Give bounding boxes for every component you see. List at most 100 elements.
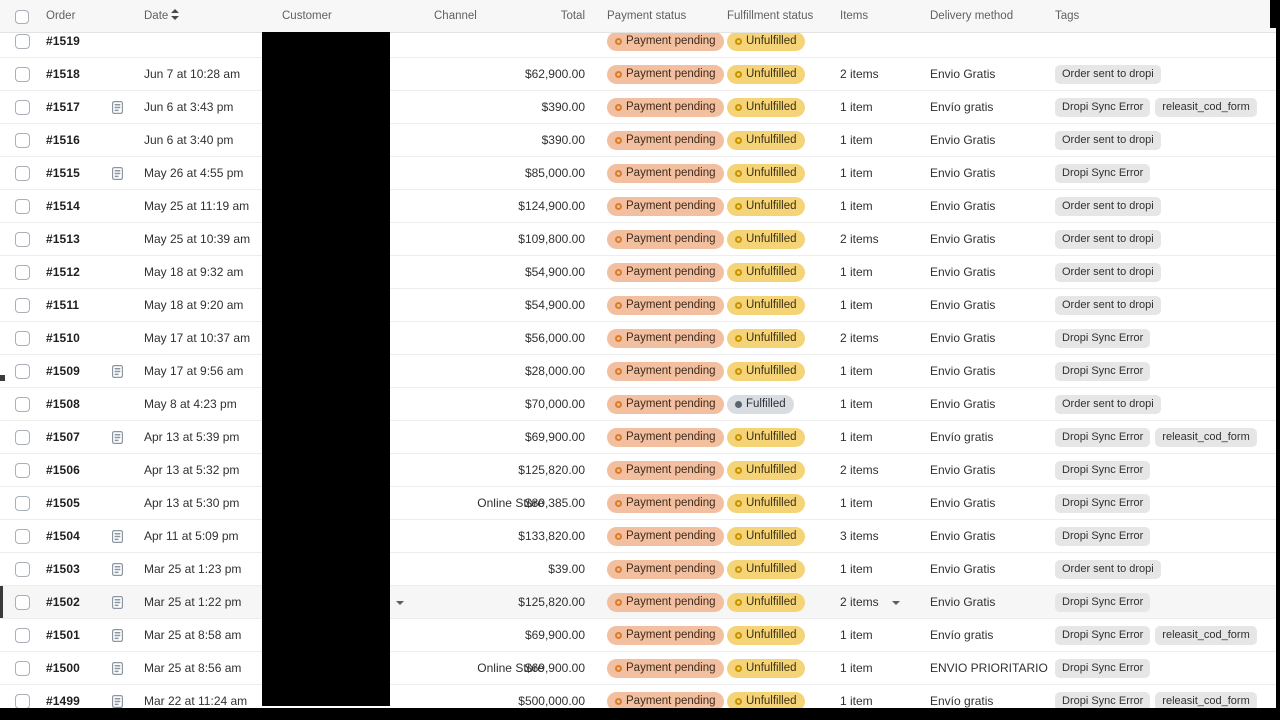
column-header-customer[interactable]: Customer (282, 0, 332, 33)
row-select-checkbox[interactable] (15, 463, 30, 478)
row-select-checkbox[interactable] (15, 67, 30, 82)
row-select-checkbox[interactable] (15, 133, 30, 148)
table-row[interactable]: #1512May 18 at 9:32 am$54,900.00Payment … (0, 256, 1280, 289)
order-number[interactable]: #1514 (46, 190, 80, 223)
tag-chip[interactable]: Order sent to dropi (1055, 560, 1161, 579)
row-select-checkbox[interactable] (15, 595, 30, 610)
tag-chip[interactable]: Dropi Sync Error (1055, 428, 1150, 447)
order-number[interactable]: #1500 (46, 652, 80, 685)
tag-chip[interactable]: Dropi Sync Error (1055, 461, 1150, 480)
sort-arrows-icon[interactable] (171, 9, 179, 20)
chevron-down-icon[interactable] (396, 601, 404, 605)
table-row[interactable]: #1503Mar 25 at 1:23 pm$39.00Payment pend… (0, 553, 1280, 586)
tag-chip[interactable]: Dropi Sync Error (1055, 329, 1150, 348)
column-header-delivery-method[interactable]: Delivery method (930, 0, 1013, 33)
table-row[interactable]: #1511May 18 at 9:20 am$54,900.00Payment … (0, 289, 1280, 322)
table-row[interactable]: #1515May 26 at 4:55 pm$85,000.00Payment … (0, 157, 1280, 190)
table-row[interactable]: #1500Mar 25 at 8:56 amOnline Store$69,90… (0, 652, 1280, 685)
tag-chip[interactable]: Dropi Sync Error (1055, 659, 1150, 678)
tag-chip[interactable]: Dropi Sync Error (1055, 527, 1150, 546)
column-header-total[interactable]: Total (470, 0, 585, 33)
tag-chip[interactable]: Dropi Sync Error (1055, 626, 1150, 645)
order-number[interactable]: #1515 (46, 157, 80, 190)
tag-chip[interactable]: Order sent to dropi (1055, 131, 1161, 150)
order-number[interactable]: #1501 (46, 619, 80, 652)
tag-chip[interactable]: Dropi Sync Error (1055, 362, 1150, 381)
tag-chip[interactable]: Dropi Sync Error (1055, 593, 1150, 612)
order-number[interactable]: #1504 (46, 520, 80, 553)
row-select-checkbox[interactable] (15, 661, 30, 676)
table-row[interactable]: #1505Apr 13 at 5:30 pmOnline Store$80,38… (0, 487, 1280, 520)
status-badge-label: Unfulfilled (746, 329, 797, 348)
table-row[interactable]: #1507Apr 13 at 5:39 pm$69,900.00Payment … (0, 421, 1280, 454)
table-row[interactable]: #1514May 25 at 11:19 am$124,900.00Paymen… (0, 190, 1280, 223)
tag-chip[interactable]: Dropi Sync Error (1055, 164, 1150, 183)
row-select-checkbox[interactable] (15, 496, 30, 511)
table-row[interactable]: #1502Mar 25 at 1:22 pm$125,820.00Payment… (0, 586, 1280, 619)
order-number[interactable]: #1508 (46, 388, 80, 421)
tag-chip[interactable]: Order sent to dropi (1055, 395, 1161, 414)
tag-chip[interactable]: releasit_cod_form (1155, 98, 1256, 117)
order-number[interactable]: #1510 (46, 322, 80, 355)
column-header-order[interactable]: Order (46, 0, 75, 33)
table-row[interactable]: #1519Payment pendingUnfulfilled (0, 33, 1280, 58)
table-row[interactable]: #1516Jun 6 at 3:40 pm$390.00Payment pend… (0, 124, 1280, 157)
column-header-payment-status[interactable]: Payment status (607, 0, 686, 33)
table-row[interactable]: #1510May 17 at 10:37 am$56,000.00Payment… (0, 322, 1280, 355)
order-number[interactable]: #1503 (46, 553, 80, 586)
order-number[interactable]: #1509 (46, 355, 80, 388)
row-select-checkbox[interactable] (15, 265, 30, 280)
row-select-checkbox[interactable] (15, 232, 30, 247)
column-header-fulfillment-status[interactable]: Fulfillment status (727, 0, 813, 33)
row-select-checkbox[interactable] (15, 199, 30, 214)
table-row[interactable]: #1513May 25 at 10:39 am$109,800.00Paymen… (0, 223, 1280, 256)
order-number[interactable]: #1519 (46, 33, 80, 58)
order-number[interactable]: #1512 (46, 256, 80, 289)
row-select-checkbox[interactable] (15, 628, 30, 643)
column-header-date[interactable]: Date (144, 0, 179, 33)
order-number[interactable]: #1511 (46, 289, 79, 322)
select-all-checkbox[interactable] (15, 10, 29, 24)
table-row[interactable]: #1504Apr 11 at 5:09 pm$133,820.00Payment… (0, 520, 1280, 553)
table-row[interactable]: #1508May 8 at 4:23 pm$70,000.00Payment p… (0, 388, 1280, 421)
table-row[interactable]: #1509May 17 at 9:56 am$28,000.00Payment … (0, 355, 1280, 388)
order-number[interactable]: #1516 (46, 124, 80, 157)
row-select-checkbox[interactable] (15, 166, 30, 181)
chevron-down-icon[interactable] (892, 601, 900, 605)
tag-chip[interactable]: Order sent to dropi (1055, 197, 1161, 216)
row-select-checkbox[interactable] (15, 331, 30, 346)
order-number[interactable]: #1513 (46, 223, 80, 256)
tag-chip[interactable]: releasit_cod_form (1155, 626, 1256, 645)
tag-chip[interactable]: Order sent to dropi (1055, 296, 1161, 315)
column-header-tags[interactable]: Tags (1055, 0, 1079, 33)
tag-chip[interactable]: releasit_cod_form (1155, 428, 1256, 447)
row-select-checkbox[interactable] (15, 397, 30, 412)
tag-chip[interactable]: Dropi Sync Error (1055, 494, 1150, 513)
row-select-checkbox[interactable] (15, 34, 30, 49)
tag-chip[interactable]: Order sent to dropi (1055, 263, 1161, 282)
row-select-checkbox[interactable] (15, 364, 30, 379)
order-number[interactable]: #1506 (46, 454, 80, 487)
order-number[interactable]: #1505 (46, 487, 80, 520)
status-dot-icon (735, 71, 742, 78)
table-row[interactable]: #1517Jun 6 at 3:43 pm$390.00Payment pend… (0, 91, 1280, 124)
row-select-checkbox[interactable] (15, 430, 30, 445)
order-number[interactable]: #1517 (46, 91, 80, 124)
row-select-checkbox[interactable] (15, 100, 30, 115)
row-select-checkbox[interactable] (15, 562, 30, 577)
scrollbar-marker[interactable] (0, 375, 5, 381)
order-number[interactable]: #1518 (46, 58, 80, 91)
tag-chip[interactable]: Order sent to dropi (1055, 230, 1161, 249)
orders-list-viewport[interactable]: #1519Payment pendingUnfulfilled#1518Jun … (0, 33, 1280, 720)
tag-chip[interactable]: Order sent to dropi (1055, 65, 1161, 84)
row-select-checkbox[interactable] (15, 694, 30, 709)
table-row[interactable]: #1518Jun 7 at 10:28 am$62,900.00Payment … (0, 58, 1280, 91)
table-row[interactable]: #1506Apr 13 at 5:32 pm$125,820.00Payment… (0, 454, 1280, 487)
row-select-checkbox[interactable] (15, 298, 30, 313)
table-row[interactable]: #1501Mar 25 at 8:58 am$69,900.00Payment … (0, 619, 1280, 652)
order-number[interactable]: #1507 (46, 421, 80, 454)
row-select-checkbox[interactable] (15, 529, 30, 544)
column-header-items[interactable]: Items (840, 0, 868, 33)
order-number[interactable]: #1502 (46, 586, 80, 619)
tag-chip[interactable]: Dropi Sync Error (1055, 98, 1150, 117)
